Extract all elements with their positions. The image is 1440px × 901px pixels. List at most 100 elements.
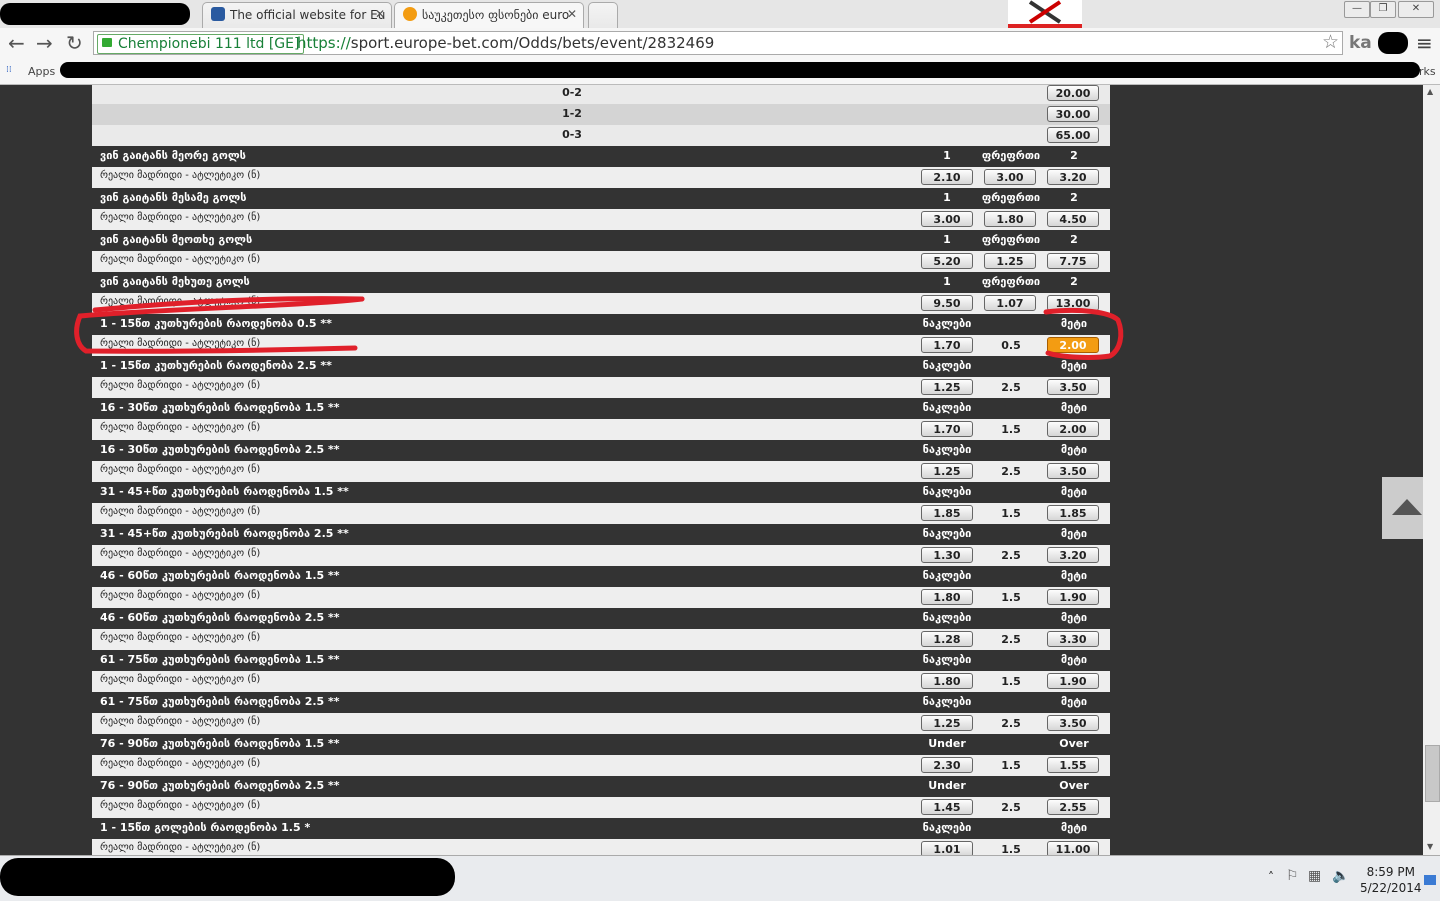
odd-button[interactable]: 5.20	[921, 253, 973, 269]
event-name[interactable]: რეალი მადრიდი - ატლეტიკო (ნ)	[100, 800, 260, 811]
scrollbar-thumb[interactable]	[1425, 745, 1440, 802]
close-window-button[interactable]: ✕	[1398, 1, 1434, 18]
bookmark-star-icon[interactable]: ☆	[1322, 31, 1339, 53]
event-name[interactable]: რეალი მადრიდი - ატლეტიკო (ნ)	[100, 296, 260, 307]
odd-button[interactable]: 1.90	[1047, 589, 1099, 605]
odd-button[interactable]: 3.50	[1047, 715, 1099, 731]
profile-avatar-icon[interactable]	[1008, 0, 1082, 28]
odd-button[interactable]: 3.20	[1047, 169, 1099, 185]
odd-button[interactable]: 1.25	[921, 715, 973, 731]
selected-odd-button[interactable]: 2.00	[1047, 337, 1099, 353]
clock-time: 8:59 PM	[1366, 865, 1415, 879]
odd-button[interactable]: 3.50	[1047, 379, 1099, 395]
scroll-down-icon[interactable]: ▼	[1427, 842, 1433, 851]
close-tab-icon[interactable]: ✕	[567, 7, 577, 21]
odd-button[interactable]: 1.90	[1047, 673, 1099, 689]
odd-button[interactable]: 11.00	[1047, 841, 1099, 855]
event-name[interactable]: რეალი მადრიდი - ატლეტიკო (ნ)	[100, 758, 260, 769]
odd-button[interactable]: 1.80	[921, 673, 973, 689]
minimize-button[interactable]: —	[1344, 1, 1370, 18]
odd-button[interactable]: 1.01	[921, 841, 973, 855]
flag-icon[interactable]: ⚐	[1286, 868, 1299, 884]
odd-button[interactable]: 2.10	[921, 169, 973, 185]
event-name[interactable]: რეალი მადრიდი - ატლეტიკო (ნ)	[100, 380, 260, 391]
event-name[interactable]: რეალი მადრიდი - ატლეტიკო (ნ)	[100, 590, 260, 601]
security-indicator[interactable]: Chempionebi 111 ltd [GE]	[97, 34, 305, 54]
odd-button[interactable]: 1.25	[921, 463, 973, 479]
event-name[interactable]: რეალი მადრიდი - ატლეტიკო (ნ)	[100, 716, 260, 727]
tab-euro-official[interactable]: The official website for Eu ✕	[202, 2, 392, 28]
event-name[interactable]: რეალი მადრიდი - ატლეტიკო (ნ)	[100, 842, 260, 853]
odd-button[interactable]: 3.20	[1047, 547, 1099, 563]
odd-button[interactable]: 1.80	[984, 211, 1036, 227]
extension-ka[interactable]: ka	[1349, 33, 1372, 53]
odd-button[interactable]: 1.85	[921, 505, 973, 521]
odd-button[interactable]: 20.00	[1047, 85, 1099, 101]
event-name[interactable]: რეალი მადრიდი - ატლეტიკო (ნ)	[100, 632, 260, 643]
odd-button[interactable]: 3.00	[921, 211, 973, 227]
apps-link[interactable]: Apps	[28, 65, 55, 78]
odd-button[interactable]: 4.50	[1047, 211, 1099, 227]
score-row: 1-2 30.00	[92, 104, 1110, 125]
odd-button[interactable]: 1.25	[984, 253, 1036, 269]
odd-button[interactable]: 1.55	[1047, 757, 1099, 773]
odd-button[interactable]: 2.30	[921, 757, 973, 773]
tray-expand-icon[interactable]: ˄	[1268, 870, 1274, 884]
odd-button[interactable]: 1.70	[921, 337, 973, 353]
new-tab-button[interactable]	[588, 2, 618, 28]
security-label: Chempionebi 111 ltd [GE]	[118, 36, 300, 52]
odd-button[interactable]: 1.70	[921, 421, 973, 437]
event-name[interactable]: რეალი მადრიდი - ატლეტიკო (ნ)	[100, 170, 260, 181]
redacted-bookmarks	[60, 62, 1420, 78]
odd-button[interactable]: 13.00	[1047, 295, 1099, 311]
odd-button[interactable]: 1.25	[921, 379, 973, 395]
odd-button[interactable]: 1.85	[1047, 505, 1099, 521]
odd-button[interactable]: 3.50	[1047, 463, 1099, 479]
tab-europe-bet[interactable]: საუკეთესო ფსონები euro ✕	[394, 2, 584, 28]
odd-button[interactable]: 1.07	[984, 295, 1036, 311]
odd-button[interactable]: 7.75	[1047, 253, 1099, 269]
url-text[interactable]: https://sport.europe-bet.com/Odds/bets/e…	[297, 34, 714, 52]
show-desktop-button[interactable]	[1424, 875, 1436, 885]
odd-button[interactable]: 1.45	[921, 799, 973, 815]
event-name[interactable]: რეალი მადრიდი - ატლეტიკო (ნ)	[100, 254, 260, 265]
odd-button[interactable]: 65.00	[1047, 127, 1099, 143]
odd-button[interactable]: 1.28	[921, 631, 973, 647]
back-arrow-icon[interactable]: ←	[8, 32, 25, 54]
odd-button[interactable]: 1.30	[921, 547, 973, 563]
redacted-extension-icon[interactable]	[1378, 32, 1408, 54]
odd-button[interactable]: 3.00	[984, 169, 1036, 185]
scroll-to-top-button[interactable]	[1382, 477, 1423, 539]
odd-button[interactable]: 9.50	[921, 295, 973, 311]
clock[interactable]: 8:59 PM 5/22/2014	[1360, 864, 1422, 896]
address-bar[interactable]: Chempionebi 111 ltd [GE] https://sport.e…	[93, 31, 1343, 55]
market-title: 61 - 75წთ კუთხურების რაოდენობა 1.5 **	[100, 653, 340, 666]
event-name[interactable]: რეალი მადრიდი - ატლეტიკო (ნ)	[100, 506, 260, 517]
restore-button[interactable]: ❐	[1370, 1, 1396, 18]
close-tab-icon[interactable]: ✕	[375, 7, 385, 21]
redacted-tab[interactable]	[0, 3, 190, 25]
scroll-up-icon[interactable]: ▲	[1427, 87, 1433, 96]
event-name[interactable]: რეალი მადრიდი - ატლეტიკო (ნ)	[100, 422, 260, 433]
network-icon[interactable]: ▦	[1308, 868, 1321, 884]
event-name[interactable]: რეალი მადრიდი - ატლეტიკო (ნ)	[100, 674, 260, 685]
odd-button[interactable]: 1.80	[921, 589, 973, 605]
event-name[interactable]: რეალი მადრიდი - ატლეტიკო (ნ)	[100, 464, 260, 475]
odd-button[interactable]: 2.55	[1047, 799, 1099, 815]
event-name[interactable]: რეალი მადრიდი - ატლეტიკო (ნ)	[100, 338, 260, 349]
page-scrollbar[interactable]: ▲ ▼	[1423, 85, 1440, 855]
event-name[interactable]: რეალი მადრიდი - ატლეტიკო (ნ)	[100, 212, 260, 223]
score-label: 0-2	[562, 86, 582, 99]
odd-button[interactable]: 3.30	[1047, 631, 1099, 647]
reload-icon[interactable]: ↻	[66, 32, 83, 54]
odd-button[interactable]: 30.00	[1047, 106, 1099, 122]
apps-grid-icon[interactable]: ⁞⁞	[6, 65, 12, 75]
market-header-row: 76 - 90წთ კუთხურების რაოდენობა 1.5 ** Und…	[92, 734, 1110, 755]
event-row: რეალი მადრიდი - ატლეტიკო (ნ) 1.28 2.5 3.30	[92, 629, 1110, 650]
volume-icon[interactable]: 🔈	[1332, 868, 1349, 884]
odd-button[interactable]: 2.00	[1047, 421, 1099, 437]
forward-arrow-icon[interactable]: →	[36, 32, 53, 54]
event-name[interactable]: რეალი მადრიდი - ატლეტიკო (ნ)	[100, 548, 260, 559]
euro-favicon-icon	[211, 7, 225, 21]
menu-icon[interactable]: ≡	[1416, 31, 1433, 55]
